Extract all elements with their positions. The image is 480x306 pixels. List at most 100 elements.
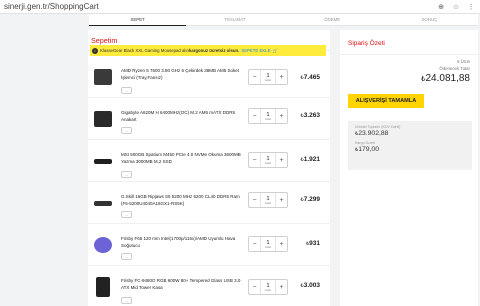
product-image [92,234,114,256]
badge: ... [121,297,132,304]
summary-title: Sipariş Özeti [348,40,385,47]
product-price: ₺7.465 [301,74,320,81]
decrease-button[interactable]: − [249,280,260,294]
price-value: 931 [309,240,320,247]
quantity-unit: Adet [264,244,272,249]
decrease-button[interactable]: − [249,70,260,84]
price-value: 7.465 [303,74,320,81]
price-value: 3.263 [303,112,320,119]
cooler-icon [94,237,112,253]
price-value: 3.003 [303,282,320,289]
quantity-field[interactable]: 1 Adet [260,280,276,294]
checkout-steps: SEPET TESLİMAT ÖDEME SONUÇ [89,14,478,26]
ram-icon [94,200,112,206]
product-image [92,192,114,214]
quantity-stepper: − 1 Adet + [248,152,288,168]
badge: ... [121,253,132,260]
badge: ... [121,211,132,218]
ssd-icon [94,158,112,164]
step-result[interactable]: SONUÇ [380,14,478,26]
product-name[interactable]: AMD Ryzen 5 7600 3.80 GHz 6 Çekirdek 38M… [121,67,241,81]
cart-item: Gigabyte A620M H 6400MHz(OC) M.2 AM5 mAT… [88,102,330,140]
decrease-button[interactable]: − [249,237,260,251]
cart-item: MSI 500GB Spatium M450 PCIe 4.0 NVMe Oku… [88,144,330,182]
quantity-field[interactable]: 1 Adet [260,193,276,207]
product-name[interactable]: G.Skill 16GB Ripjaws S5 5200 MHz 5200 CL… [121,193,241,207]
case-icon [96,277,110,297]
quantity-unit: Adet [264,287,272,292]
quantity-stepper: − 1 Adet + [248,192,288,208]
cart-title: Sepetim [91,36,118,45]
step-cart[interactable]: SEPET [89,14,187,26]
promo-text: KlasseGear Black XXL Gaming Mousepad alı… [100,48,189,53]
quantity-unit: Adet [264,200,272,205]
product-price: ₺7.299 [301,196,320,203]
basket-icon: 🛒 [272,47,278,53]
increase-button[interactable]: + [276,153,287,167]
payable-label: Ödenecek Tutar [439,66,470,71]
decrease-button[interactable]: − [249,109,260,123]
product-image [92,66,114,88]
quantity-field[interactable]: 1 Adet [260,109,276,123]
decrease-button[interactable]: − [249,153,260,167]
increase-button[interactable]: + [276,193,287,207]
add-to-cart-link[interactable]: SEPETE EKLE [241,48,270,53]
quantity-stepper: − 1 Adet + [248,69,288,85]
product-name[interactable]: Frisby F65 120 mm Intel(1700p/115x)/AMD … [121,235,241,249]
increase-button[interactable]: + [276,237,287,251]
product-price: ₺3.003 [301,282,320,289]
cart-panel: Sepetim i KlasseGear Black XXL Gaming Mo… [88,30,330,306]
product-name[interactable]: Gigabyte A620M H 6400MHz(OC) M.2 AM5 mAT… [121,109,241,123]
product-price: ₺3.263 [301,112,320,119]
shipping-fee: ₺179,00 [355,145,465,155]
quantity-unit: Adet [264,77,272,82]
payable-value: 24.081,88 [425,73,471,84]
quantity-stepper: − 1 Adet + [248,108,288,124]
product-name[interactable]: Frisby FC-9480G RGB 600W 80+ Tempered Gl… [121,277,241,291]
payable-amount: ₺24.081,88 [421,73,470,84]
decrease-button[interactable]: − [249,193,260,207]
info-icon: i [92,47,98,54]
divider [340,54,478,55]
badge: ... [121,87,132,94]
quantity-unit: Adet [264,160,272,165]
promo-banner: i KlasseGear Black XXL Gaming Mousepad a… [90,45,326,56]
product-price: ₺931 [306,240,320,247]
quantity-field[interactable]: 1 Adet [260,70,276,84]
products-total: ₺23.902,88 [355,129,465,139]
quantity-field[interactable]: 1 Adet [260,237,276,251]
product-image [92,108,114,130]
product-image [92,276,114,298]
quantity-stepper: − 1 Adet + [248,236,288,252]
item-count: 6 Ürün [457,59,470,64]
price-value: 1.921 [303,156,320,163]
star-icon[interactable]: ☆ [451,2,461,12]
quantity-field[interactable]: 1 Adet [260,153,276,167]
step-payment[interactable]: ÖDEME [283,14,381,26]
product-price: ₺1.921 [301,156,320,163]
address-bar[interactable]: sinerji.gen.tr/ShoppingCart [4,2,431,11]
cart-item: Frisby FC-9480G RGB 600W 80+ Tempered Gl… [88,270,330,306]
cpu-box-icon [94,69,112,85]
badge: ... [121,127,132,134]
step-delivery[interactable]: TESLİMAT [186,14,284,26]
increase-button[interactable]: + [276,109,287,123]
increase-button[interactable]: + [276,70,287,84]
cart-item: AMD Ryzen 5 7600 3.80 GHz 6 Çekirdek 38M… [88,60,330,98]
badge: ... [121,171,132,178]
zoom-icon[interactable]: ⊕ [436,2,446,12]
quantity-unit: Adet [264,116,272,121]
quantity-stepper: − 1 Adet + [248,279,288,295]
promo-bold: kargonuz ücretsiz olsun. [188,48,240,53]
shipping-value: 179,00 [358,146,379,153]
order-summary: Sipariş Özeti 6 Ürün Ödenecek Tutar ₺24.… [340,30,478,306]
product-image [92,150,114,172]
menu-icon[interactable]: ⋮ [466,2,476,12]
product-name[interactable]: MSI 500GB Spatium M450 PCIe 4.0 NVMe Oku… [121,151,241,165]
products-total-value: 23.902,88 [358,130,389,137]
checkout-button[interactable]: ALIŞVERİŞİ TAMAMLA [348,94,424,108]
summary-breakdown: Ürünler Toplamı (KDV Dahil) ₺23.902,88 K… [348,121,472,170]
increase-button[interactable]: + [276,280,287,294]
cart-item: Frisby F65 120 mm Intel(1700p/115x)/AMD … [88,228,330,266]
browser-bar: sinerji.gen.tr/ShoppingCart ⊕ ☆ ⋮ [0,0,480,14]
